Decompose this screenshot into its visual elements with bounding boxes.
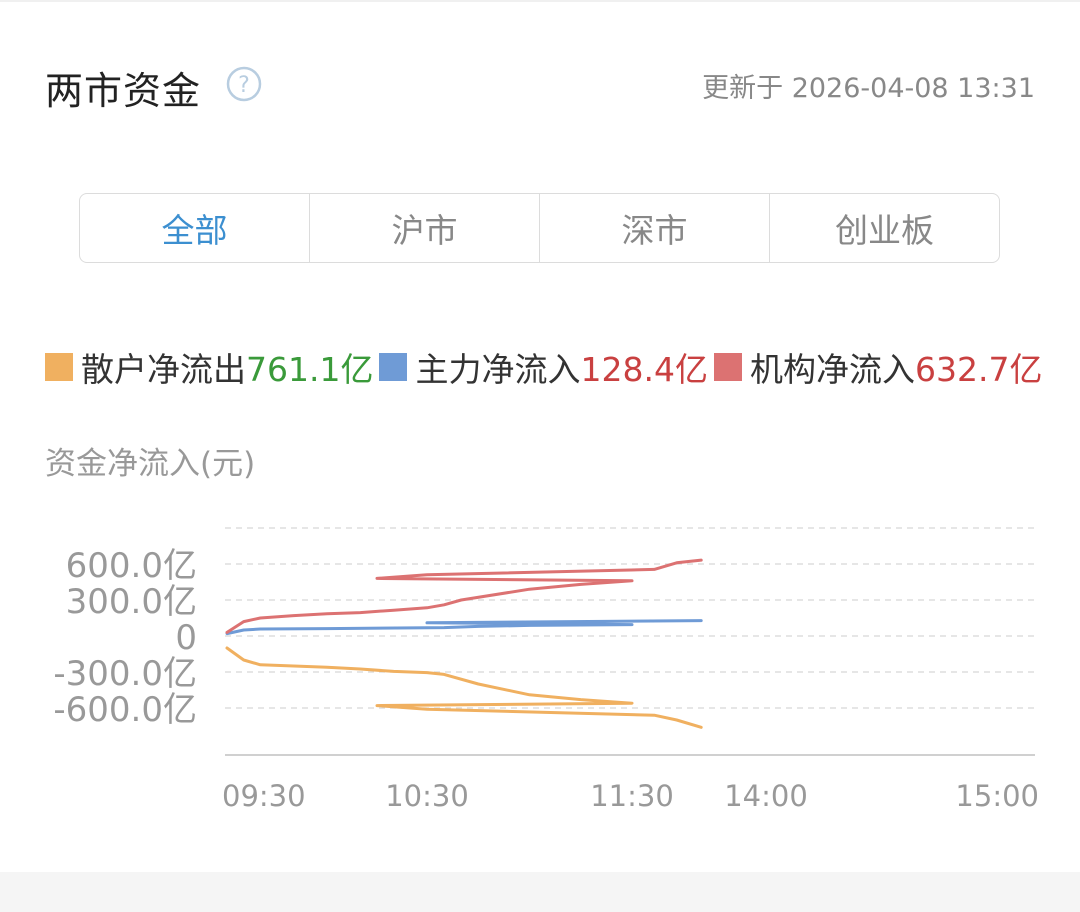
x-tick-label: 11:30: [590, 779, 674, 813]
tab-shenzhen[interactable]: 深市: [540, 194, 770, 262]
y-axis-title: 资金净流入(元): [45, 446, 256, 482]
legend-swatch-institution: [713, 353, 742, 381]
legend-label-retail: 散户净流出: [81, 350, 246, 389]
update-time: 更新于 2026-04-08 13:31: [702, 73, 1035, 104]
svg-text:?: ?: [238, 73, 250, 98]
fund-flow-chart: 600.0亿300.0亿0-300.0亿-600.0亿 09:30 10:30 11:…: [53, 527, 1039, 813]
legend-value-retail: 761.1亿: [246, 350, 374, 389]
top-divider: [0, 0, 1080, 2]
y-tick-label: -300.0亿: [53, 654, 197, 694]
x-tick-label: 14:00: [724, 779, 808, 813]
main-inflow-line: [225, 619, 703, 636]
legend-swatch-main: [379, 353, 408, 381]
chart-legend: 散户净流出 761.1亿 主力净流入 128.4亿 机构净流入 632.7亿: [45, 344, 1042, 390]
y-tick-label: 600.0亿: [66, 546, 197, 586]
tab-shanghai[interactable]: 沪市: [310, 194, 540, 262]
page-title: 两市资金: [45, 69, 202, 113]
y-tick-label: 0: [175, 618, 197, 658]
tab-chinext[interactable]: 创业板: [770, 194, 999, 262]
legend-swatch-retail: [45, 353, 73, 381]
x-tick-label: 09:30: [222, 779, 306, 813]
y-tick-label: 300.0亿: [66, 582, 197, 622]
help-icon[interactable]: ?: [226, 66, 262, 102]
legend-value-main: 128.4亿: [580, 350, 708, 389]
legend-label-institution: 机构净流入: [749, 350, 915, 389]
x-tick-label: 10:30: [385, 779, 469, 813]
y-tick-label: -600.0亿: [53, 690, 197, 730]
legend-label-main: 主力净流入: [415, 350, 581, 389]
bottom-bar: [0, 872, 1080, 912]
legend-value-institution: 632.7亿: [914, 350, 1043, 389]
retail-outflow-line: [225, 646, 703, 729]
tab-all[interactable]: 全部: [80, 194, 310, 262]
x-tick-label: 15:00: [955, 779, 1039, 813]
market-tabs: 全部 沪市 深市 创业板: [79, 193, 1000, 263]
